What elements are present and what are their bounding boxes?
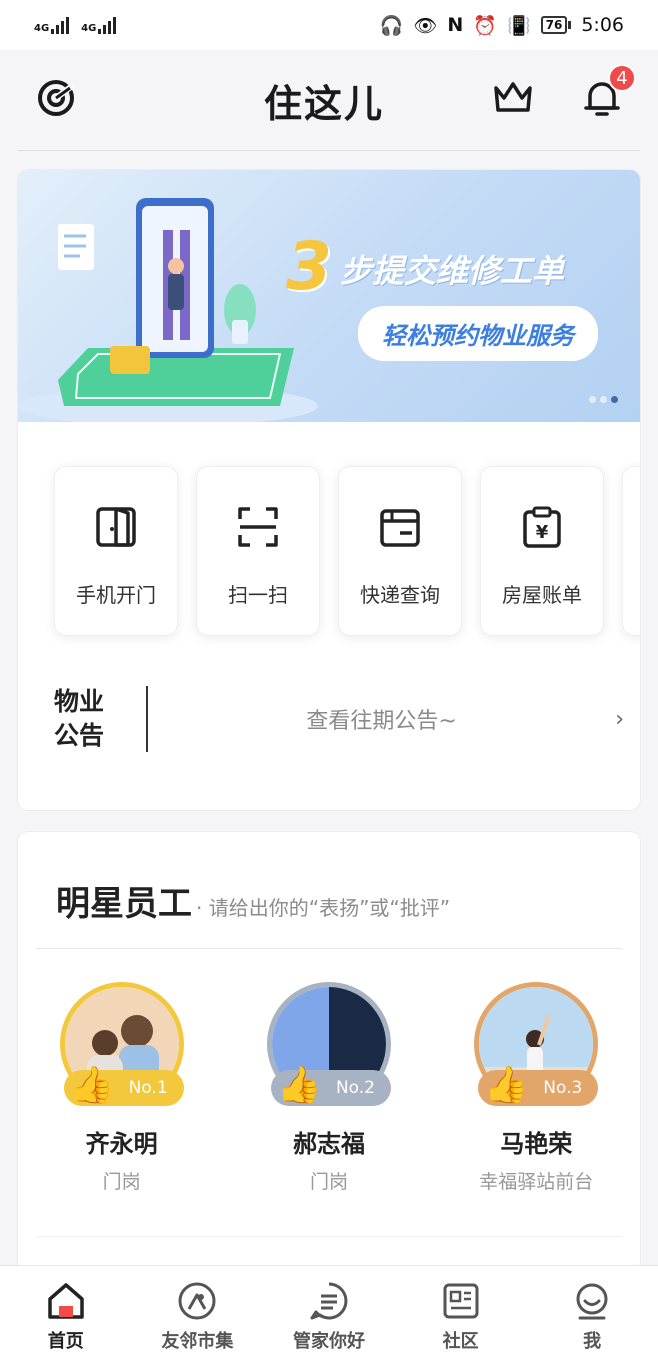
shortcut-label: 手机开门: [76, 583, 156, 607]
property-notice[interactable]: 物业 公告 查看往期公告~ ›: [54, 684, 624, 754]
signal-sim1: 4G: [34, 16, 70, 34]
carousel-dot-active: [611, 396, 618, 403]
section-subtitle: · 请给出你的“表扬”或“批评”: [196, 896, 451, 920]
shortcut-label: 扫一扫: [228, 583, 288, 607]
svg-text:¥: ¥: [536, 522, 549, 543]
nfc-icon: N: [447, 14, 464, 36]
employee-name: 郝志福: [292, 1130, 365, 1158]
rank-label: No.2: [335, 1078, 375, 1098]
signal-group: 4G 4G: [34, 16, 117, 34]
target-icon[interactable]: [36, 78, 76, 122]
thumbs-up-icon: 👍: [69, 1065, 115, 1106]
chevron-right-icon: ›: [615, 706, 624, 732]
star-employees-card: 明星员工 · 请给出你的“表扬”或“批评” No.1 👍 齐永明 门岗 No.2…: [18, 832, 640, 1272]
employee-card[interactable]: No.3 👍 马艳荣 幸福驿站前台: [446, 982, 626, 1194]
butler-icon: [310, 1282, 348, 1319]
tab-label: 我: [583, 1330, 602, 1352]
banner-number: 3: [286, 228, 332, 305]
tab-profile[interactable]: 我: [532, 1281, 652, 1353]
notice-title-line: 物业: [54, 687, 105, 716]
shortcut-more-peek[interactable]: [622, 466, 640, 636]
battery-icon: 76: [540, 16, 572, 34]
divider: [36, 1236, 622, 1237]
eye-icon: 👁: [413, 14, 438, 37]
tab-home[interactable]: 首页: [6, 1281, 126, 1353]
carousel-dot: [600, 396, 607, 403]
market-icon: [178, 1282, 216, 1319]
app-header: 住这儿 4: [0, 50, 658, 150]
banner-subtitle: 轻松预约物业服务: [358, 306, 598, 361]
vibrate-icon: 📳: [506, 14, 531, 37]
scan-icon: [238, 507, 278, 547]
carousel-dot: [589, 396, 596, 403]
employee-card[interactable]: No.1 👍 齐永明 门岗: [32, 982, 212, 1194]
profile-icon: [576, 1283, 608, 1319]
employee-card[interactable]: No.2 👍 郝志福 门岗: [239, 982, 419, 1194]
notification-badge: 4: [607, 64, 636, 92]
rank-label: No.3: [543, 1078, 583, 1098]
status-bar: 4G 4G 🎧 👁 N ⏰ 📳 76 5:06: [0, 0, 658, 50]
page-title: 住这儿: [263, 81, 384, 126]
crown-icon[interactable]: [492, 80, 534, 120]
services-card: 3 步提交维修工单 轻松预约物业服务 手机开门 扫一扫 快递查询 ¥ 房屋账单 …: [18, 170, 640, 810]
tab-butler[interactable]: 管家你好: [269, 1281, 389, 1353]
home-icon: [48, 1282, 84, 1319]
tab-label: 社区: [442, 1330, 479, 1352]
package-icon: [380, 509, 420, 547]
bill-icon: ¥: [523, 506, 561, 548]
shortcut-open-door[interactable]: 手机开门: [54, 466, 178, 636]
shortcut-package-tracking[interactable]: 快递查询: [338, 466, 462, 636]
notice-history-link[interactable]: 查看往期公告~: [148, 703, 615, 735]
clock: 5:06: [581, 14, 624, 36]
shortcut-row: 手机开门 扫一扫 快递查询 ¥ 房屋账单: [54, 466, 640, 636]
section-title: 明星员工: [56, 884, 192, 924]
promo-banner[interactable]: 3 步提交维修工单 轻松预约物业服务: [18, 170, 640, 422]
tab-label: 首页: [47, 1330, 84, 1352]
employee-name: 马艳荣: [500, 1130, 573, 1158]
network-type-label: 4G: [34, 22, 50, 34]
tab-label: 友邻市集: [161, 1330, 234, 1352]
notice-title-line: 公告: [54, 721, 105, 750]
tab-market[interactable]: 友邻市集: [137, 1281, 257, 1353]
headphones-icon: 🎧: [379, 14, 404, 37]
thumbs-up-icon: 👍: [276, 1065, 322, 1106]
shortcut-house-bill[interactable]: ¥ 房屋账单: [480, 466, 604, 636]
header-divider: [18, 150, 640, 151]
shortcut-label: 房屋账单: [502, 583, 582, 607]
employee-list: No.1 👍 齐永明 门岗 No.2 👍 郝志福 门岗 No.3 👍 马艳荣 幸…: [18, 982, 640, 1194]
star-employees-header: 明星员工 · 请给出你的“表扬”或“批评”: [56, 876, 450, 925]
carousel-indicator: [589, 396, 618, 403]
community-icon: [443, 1283, 479, 1318]
banner-headline: 3 步提交维修工单: [286, 234, 564, 300]
signal-bars-icon: [51, 16, 70, 34]
battery-level: 76: [540, 16, 568, 34]
status-icons: 🎧 👁 N ⏰ 📳 76 5:06: [380, 14, 624, 37]
door-icon: [96, 507, 136, 547]
tab-community[interactable]: 社区: [401, 1281, 521, 1353]
notification-button[interactable]: 4: [582, 64, 636, 122]
rank-label: No.1: [128, 1078, 168, 1098]
signal-bars-icon: [98, 16, 117, 34]
divider: [36, 948, 622, 949]
employee-role: 门岗: [102, 1171, 141, 1193]
signal-sim2: 4G: [81, 16, 117, 34]
notice-title: 物业 公告: [54, 685, 116, 753]
bottom-tab-bar: 首页 友邻市集 管家你好 社区 我: [0, 1265, 658, 1367]
shortcut-label: 快递查询: [360, 583, 440, 607]
employee-role: 门岗: [309, 1171, 348, 1193]
employee-name: 齐永明: [85, 1130, 158, 1158]
alarm-icon: ⏰: [473, 14, 497, 37]
repair-illustration: [18, 198, 318, 422]
employee-role: 幸福驿站前台: [479, 1171, 594, 1193]
shortcut-scan[interactable]: 扫一扫: [196, 466, 320, 636]
network-type-label: 4G: [81, 22, 97, 34]
tab-label: 管家你好: [292, 1330, 365, 1352]
thumbs-up-icon: 👍: [484, 1065, 530, 1106]
banner-title: 步提交维修工单: [339, 252, 564, 290]
